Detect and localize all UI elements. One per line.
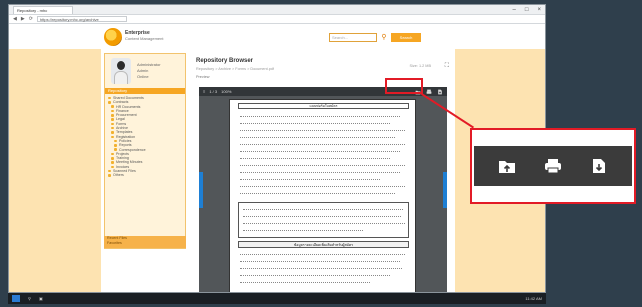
upload-folder-icon: [496, 155, 518, 177]
address-bar-row: ◀ ▶ ⟳ https://repository.mhc.org/archive: [9, 15, 545, 24]
folder-icon: [108, 96, 111, 100]
viewer-left-scroll-accent: [199, 172, 203, 208]
sidebar: Administrator Admin Online Repository Sh…: [104, 53, 186, 249]
folder-icon: [108, 174, 111, 177]
print-icon[interactable]: [425, 88, 432, 95]
browser-titlebar: Repository - mhc – □ ×: [9, 5, 545, 15]
forward-icon[interactable]: ▶: [21, 16, 25, 22]
doc-section-2: [238, 202, 409, 238]
preview-label: Preview: [196, 75, 210, 79]
download-icon: [588, 155, 610, 177]
folder-icon: [111, 161, 114, 164]
folder-icon: [114, 144, 117, 147]
doc-header: แบบฟอร์มใบสมัคร: [238, 103, 409, 109]
folder-icon: [114, 139, 117, 143]
folder-icon: [111, 126, 114, 130]
download-icon[interactable]: [436, 88, 443, 95]
brand-logo[interactable]: [104, 28, 122, 46]
refresh-icon[interactable]: ⟳: [29, 16, 33, 22]
app-header: Enterprise Content Management Search... …: [9, 25, 545, 49]
folder-icon: [111, 165, 114, 169]
doc-section-3-header: ข้อมูลรายละเอียดเพิ่มเติมสำหรับผู้สมัคร: [238, 241, 409, 248]
folder-icon: [111, 152, 114, 156]
zoom-level[interactable]: 100%: [221, 89, 231, 94]
user-status: Online: [137, 74, 149, 79]
viewer-right-scroll-accent: [443, 172, 447, 208]
minimize-icon[interactable]: –: [513, 7, 516, 13]
brand-text: Enterprise Content Management: [125, 30, 163, 42]
folder-icon: [114, 148, 117, 151]
breadcrumb[interactable]: Repository > Archive > Forms > Document.…: [196, 67, 274, 71]
start-button[interactable]: [12, 295, 20, 302]
print-icon: [542, 155, 564, 177]
favorites-link[interactable]: Favorites: [104, 241, 186, 246]
search-button[interactable]: Search: [391, 33, 421, 42]
taskbar-search-icon[interactable]: ⚲: [28, 296, 31, 301]
sidebar-folder-item[interactable]: Others: [108, 173, 182, 177]
folder-icon: [111, 114, 114, 117]
brand-subtitle: Content Management: [125, 36, 164, 41]
left-background-band: [9, 49, 101, 292]
pdf-page: แบบฟอร์มใบสมัคร ข้อมูลรายละเอียดเพิ่มเติ…: [229, 99, 416, 292]
folder-icon: [111, 157, 114, 160]
address-input[interactable]: https://repository.mhc.org/archive: [36, 16, 127, 22]
folder-label: Others: [113, 173, 124, 178]
page-title: Repository Browser: [196, 58, 254, 64]
menu-icon[interactable]: ≡: [203, 89, 205, 94]
browser-window: Repository - mhc – □ × ◀ ▶ ⟳ https://rep…: [8, 4, 546, 293]
clock: 11:42 AM: [525, 296, 542, 301]
pdf-viewer: ≡ 1 / 3 100% แบบฟอร์มใบสมัคร ข้อมูลรายละ…: [199, 87, 447, 292]
folder-icon: [111, 135, 114, 139]
maximize-icon[interactable]: □: [525, 7, 529, 13]
callout-toolbar: [474, 146, 632, 186]
folder-icon: [111, 105, 114, 108]
taskbar-app-icon[interactable]: ▣: [39, 296, 43, 301]
folder-icon: [111, 118, 114, 121]
os-taskbar: ⚲ ▣ 11:42 AM: [8, 293, 546, 304]
page-indicator[interactable]: 1 / 3: [209, 89, 217, 94]
sidebar-footer: Recent Files Favorites: [104, 236, 186, 248]
file-info-icon[interactable]: ⛶: [445, 63, 449, 70]
search-icon[interactable]: ⚲: [380, 33, 388, 42]
back-icon[interactable]: ◀: [13, 16, 17, 22]
folder-icon: [111, 122, 114, 126]
folder-icon: [108, 101, 111, 104]
folder-tree: Shared Documents Contracts HR Documents Fin…: [105, 94, 185, 180]
file-meta: Size: 1.2 MB: [409, 64, 431, 68]
close-icon[interactable]: ×: [537, 7, 541, 13]
user-panel: Administrator Admin Online: [105, 54, 185, 88]
folder-icon: [108, 169, 111, 173]
toolbar-highlight-box: [385, 78, 423, 94]
avatar[interactable]: [111, 58, 131, 84]
zoom-callout: [470, 128, 636, 204]
search-input[interactable]: Search...: [329, 33, 377, 42]
browser-tab[interactable]: Repository - mhc: [13, 5, 73, 14]
folder-icon: [111, 131, 114, 134]
folder-icon: [111, 109, 114, 113]
